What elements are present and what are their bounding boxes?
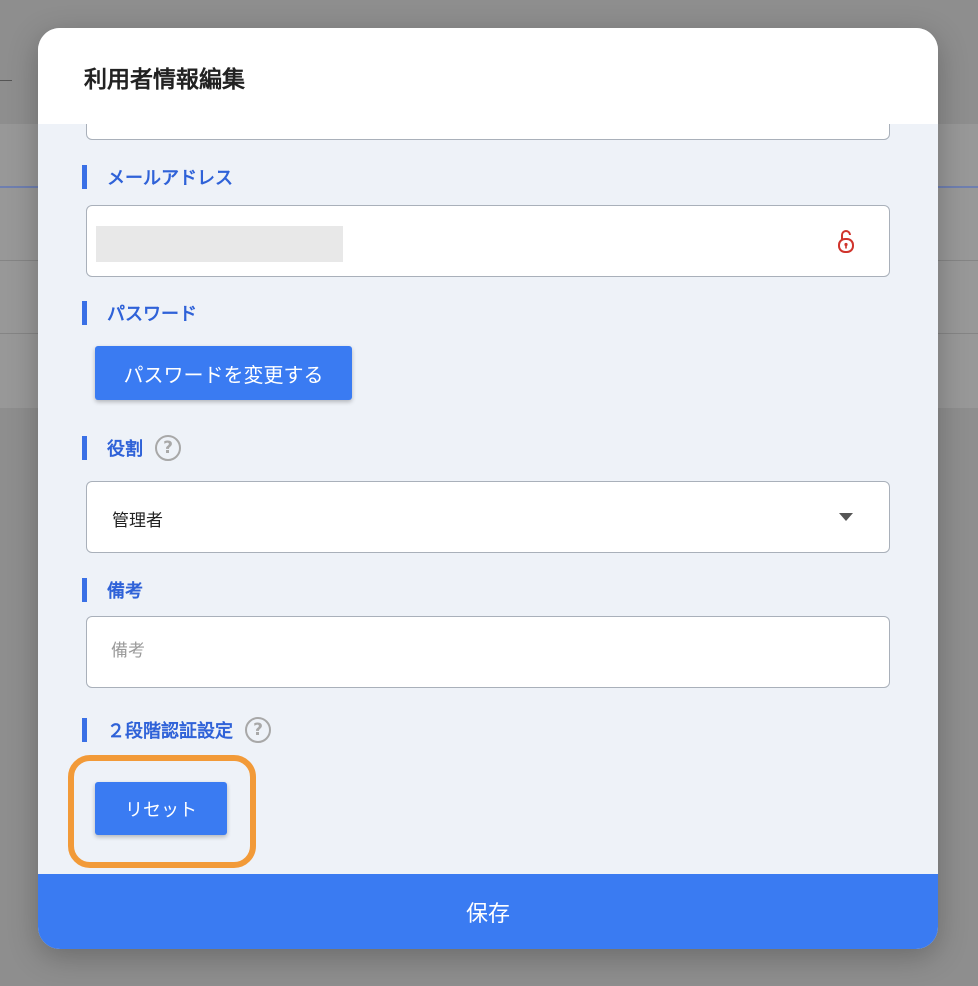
email-field[interactable] bbox=[86, 205, 890, 277]
modal-header: 利用者情報編集 bbox=[38, 28, 938, 124]
notes-input[interactable] bbox=[111, 641, 851, 661]
role-label: 役割 bbox=[107, 439, 143, 460]
question-circle-icon[interactable]: ? bbox=[155, 435, 181, 461]
email-value-redacted bbox=[96, 226, 343, 262]
section-marker bbox=[82, 301, 87, 325]
edit-user-modal: 利用者情報編集 メールアドレス パスワード パスワードを変更する 役割 ? 管理… bbox=[38, 28, 938, 949]
section-marker bbox=[82, 718, 87, 742]
two-factor-label: ２段階認証設定 bbox=[107, 721, 233, 742]
notes-section-label: 備考 bbox=[82, 577, 143, 603]
modal-title: 利用者情報編集 bbox=[84, 67, 245, 93]
background-dash bbox=[0, 80, 12, 81]
caret-down-icon[interactable] bbox=[839, 513, 853, 521]
email-label: メールアドレス bbox=[107, 168, 233, 189]
reset-two-factor-button[interactable]: リセット bbox=[95, 782, 227, 835]
role-select[interactable]: 管理者 bbox=[86, 481, 890, 553]
email-section-label: メールアドレス bbox=[82, 164, 233, 190]
section-marker bbox=[82, 165, 87, 189]
save-button[interactable]: 保存 bbox=[38, 874, 938, 949]
question-circle-icon[interactable]: ? bbox=[245, 717, 271, 743]
notes-label: 備考 bbox=[107, 581, 143, 602]
unlocked-padlock-icon[interactable] bbox=[837, 228, 855, 254]
password-section-label: パスワード bbox=[82, 300, 197, 326]
notes-field[interactable] bbox=[86, 616, 890, 688]
role-selected-value: 管理者 bbox=[112, 511, 163, 531]
section-marker bbox=[82, 578, 87, 602]
section-marker bbox=[82, 436, 87, 460]
password-label: パスワード bbox=[107, 304, 197, 325]
role-section-label: 役割 ? bbox=[82, 435, 181, 461]
change-password-button[interactable]: パスワードを変更する bbox=[95, 346, 352, 400]
two-factor-section-label: ２段階認証設定 ? bbox=[82, 717, 271, 743]
